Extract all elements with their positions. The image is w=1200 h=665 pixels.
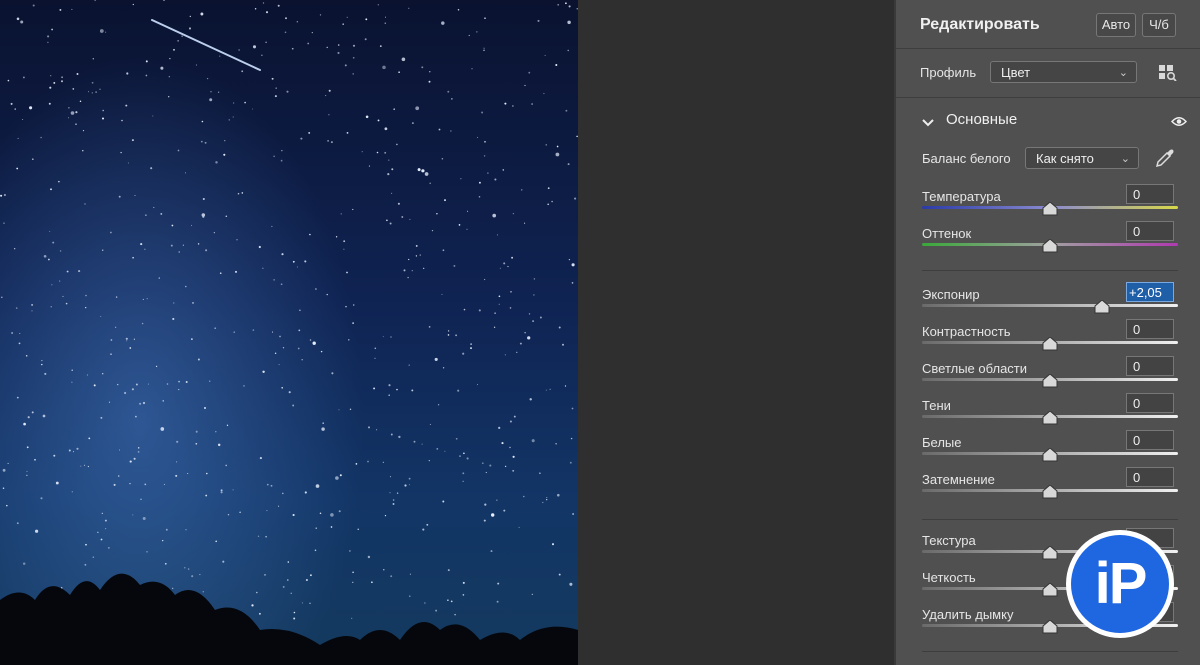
tree-silhouette <box>0 573 578 665</box>
slider-label: Удалить дымку <box>922 607 1014 622</box>
slider-tint[interactable]: Оттенок 0 <box>922 221 1178 262</box>
slider-label: Тени <box>922 398 951 413</box>
slider-label: Контрастность <box>922 324 1011 339</box>
slider-temperature[interactable]: Температура 0 <box>922 184 1178 225</box>
slider-label: Оттенок <box>922 226 972 241</box>
chevron-down-icon: ⌄ <box>1118 67 1128 79</box>
watermark-logo: iP <box>1066 530 1174 638</box>
slider-shadows[interactable]: Тени 0 <box>922 393 1178 434</box>
slider-value-input[interactable]: 0 <box>1126 184 1174 204</box>
profile-row: Профиль Цвет ⌄ <box>896 49 1200 98</box>
panel-header: Редактировать Авто Ч/б <box>896 0 1200 49</box>
slider-label: Светлые области <box>922 361 1028 376</box>
slider-label: Экспонир <box>922 287 980 302</box>
profile-select[interactable]: Цвет ⌄ <box>990 61 1137 83</box>
slider-value-input[interactable]: 0 <box>1126 467 1174 487</box>
white-balance-value: Как снято <box>1036 151 1094 166</box>
section-title: Основные <box>946 111 1018 128</box>
white-balance-select[interactable]: Как снято ⌄ <box>1025 147 1139 169</box>
slider-contrast[interactable]: Контрастность 0 <box>922 319 1178 360</box>
slider-label: Текстура <box>922 533 976 548</box>
profile-value: Цвет <box>1001 65 1031 80</box>
basic-section-header[interactable]: Основные <box>896 98 1200 142</box>
divider <box>922 270 1178 271</box>
divider <box>922 519 1178 520</box>
divider <box>922 651 1178 652</box>
eye-icon[interactable] <box>1170 114 1188 132</box>
panel-title: Редактировать <box>920 16 1040 33</box>
profile-label: Профиль <box>920 65 977 80</box>
slider-track[interactable] <box>922 304 1178 307</box>
slider-value-input[interactable]: 0 <box>1126 319 1174 339</box>
chevron-down-icon[interactable] <box>922 114 934 132</box>
slider-label: Четкость <box>922 570 976 585</box>
slider-label: Белые <box>922 435 962 450</box>
slider-value-input[interactable]: 0 <box>1126 221 1174 241</box>
slider-value-input[interactable]: 0 <box>1126 430 1174 450</box>
eyedropper-icon[interactable] <box>1155 148 1175 173</box>
watermark-text: iP <box>1071 535 1169 633</box>
slider-blacks[interactable]: Затемнение 0 <box>922 467 1178 508</box>
slider-value-input[interactable]: +2,05 <box>1126 282 1174 302</box>
grid-search-icon[interactable] <box>1159 65 1177 86</box>
slider-whites[interactable]: Белые 0 <box>922 430 1178 471</box>
slider-label: Затемнение <box>922 472 995 487</box>
slider-value-input[interactable]: 0 <box>1126 356 1174 376</box>
slider-label: Температура <box>922 189 1001 204</box>
auto-button[interactable]: Авто <box>1096 13 1136 37</box>
chevron-down-icon: ⌄ <box>1120 153 1130 165</box>
slider-exposure[interactable]: Экспонир +2,05 <box>922 282 1178 323</box>
photo-preview <box>0 0 578 665</box>
bw-button[interactable]: Ч/б <box>1142 13 1176 37</box>
night-sky-image <box>0 0 578 665</box>
canvas-background <box>578 0 894 665</box>
meteor-streak <box>151 19 261 71</box>
slider-highlights[interactable]: Светлые области 0 <box>922 356 1178 397</box>
slider-value-input[interactable]: 0 <box>1126 393 1174 413</box>
white-balance-label: Баланс белого <box>922 151 1011 166</box>
